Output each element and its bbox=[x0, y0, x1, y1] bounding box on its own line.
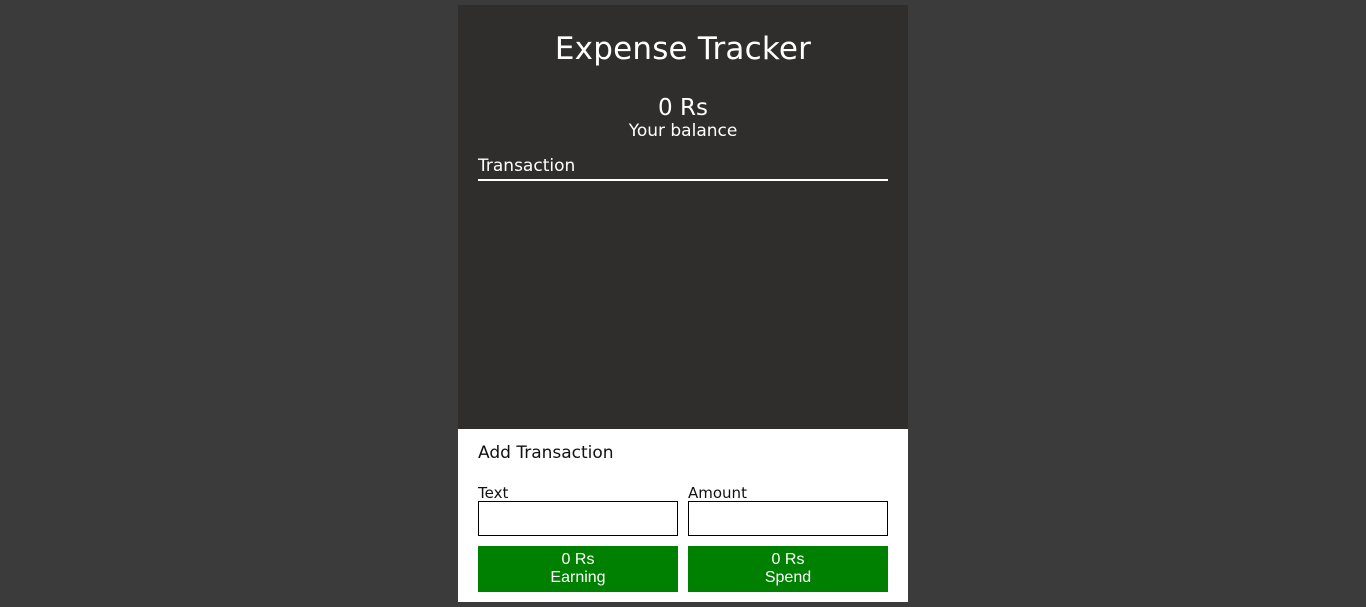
balance-amount: 0 Rs bbox=[658, 95, 708, 121]
app-title: Expense Tracker bbox=[554, 31, 812, 67]
text-input[interactable] bbox=[478, 501, 678, 536]
balance-label: Your balance bbox=[628, 121, 738, 141]
earning-label: Earning bbox=[550, 569, 606, 586]
transaction-heading: Transaction bbox=[478, 155, 888, 181]
spend-amount: 0 Rs bbox=[771, 551, 805, 568]
amount-field-label: Amount bbox=[688, 484, 747, 502]
transaction-list bbox=[478, 183, 888, 423]
text-field-label: Text bbox=[478, 484, 509, 502]
amount-input[interactable] bbox=[688, 501, 888, 536]
earning-amount: 0 Rs bbox=[561, 551, 595, 568]
add-transaction-panel: Add Transaction Text Amount 0 Rs Earning… bbox=[458, 429, 908, 602]
earning-button[interactable]: 0 Rs Earning bbox=[478, 546, 678, 592]
add-transaction-title: Add Transaction bbox=[478, 443, 614, 463]
spend-button[interactable]: 0 Rs Spend bbox=[688, 546, 888, 592]
spend-label: Spend bbox=[764, 569, 812, 586]
expense-tracker-card: Expense Tracker 0 Rs Your balance Transa… bbox=[458, 5, 908, 602]
